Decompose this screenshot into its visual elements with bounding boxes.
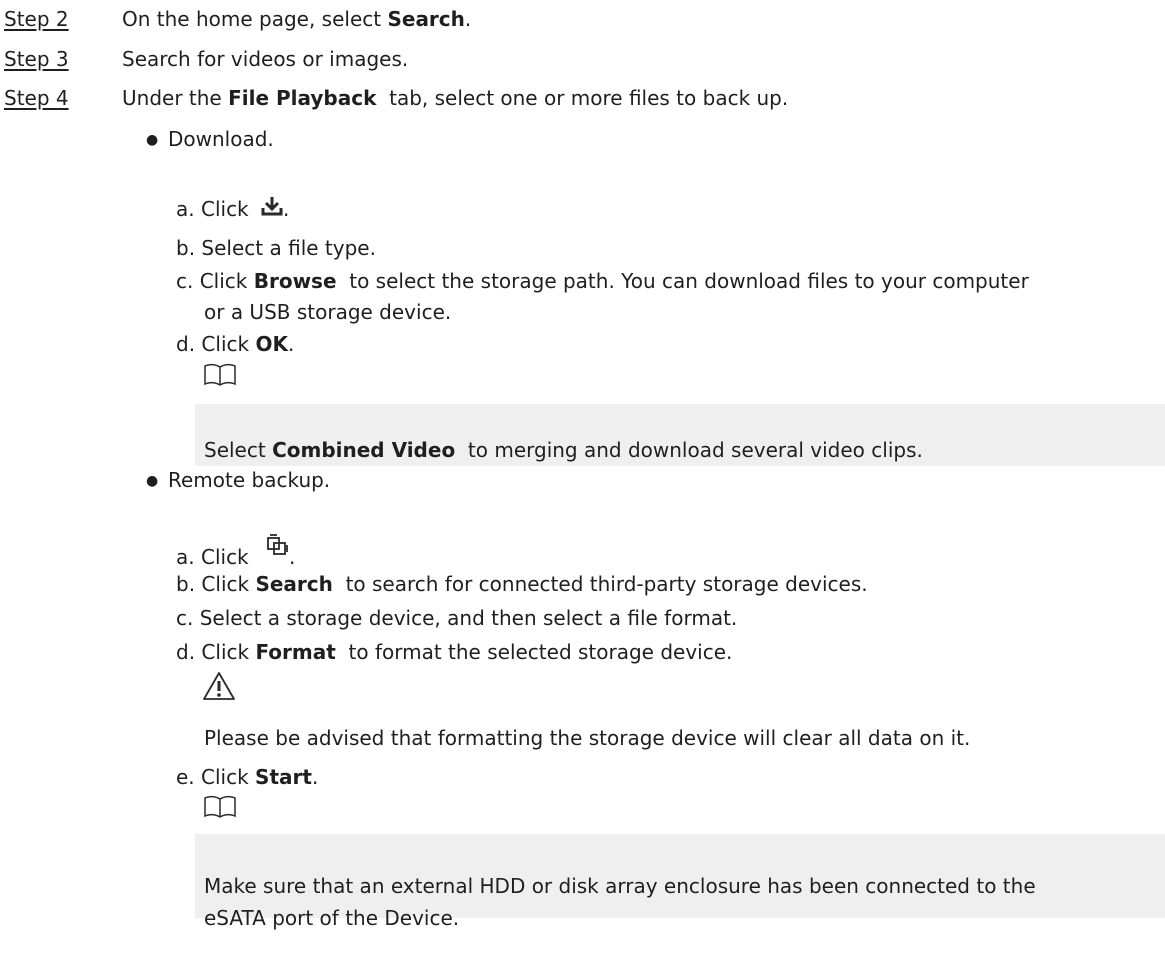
step-a-text: Click — [200, 545, 249, 569]
step-e-post: . — [311, 765, 319, 789]
list-marker: a. — [176, 197, 195, 221]
step-2-text-post: . — [464, 7, 472, 31]
note-post: to merging and download several video cl… — [455, 438, 923, 462]
step-d-bold: OK — [255, 332, 288, 356]
remote-note-line1: Make sure that an external HDD or disk a… — [204, 874, 1036, 898]
step-e-bold: Start — [255, 765, 312, 789]
step-a-text: Click — [200, 197, 249, 221]
step-3-label[interactable]: Step 3 — [4, 45, 69, 73]
remote-step-e: e. Click Start. — [176, 763, 318, 791]
download-step-a: a. Click . — [176, 195, 289, 223]
download-step-b: b. Select a file type. — [176, 234, 376, 262]
step-a-period: . — [283, 197, 290, 221]
bullet-dot: ● — [146, 473, 159, 489]
remote-step-b: b. Click Search to search for connected … — [176, 570, 868, 598]
remote-note-line2: eSATA port of the Device. — [204, 906, 460, 930]
step-e-pre: Click — [201, 765, 256, 789]
note-book-icon — [203, 363, 237, 394]
step-c-pre: Click — [199, 269, 254, 293]
remote-step-a: a. Click . — [176, 534, 295, 571]
step-d-post: . — [287, 332, 295, 356]
note-book-icon — [203, 795, 237, 826]
warning-text: Please be advised that formatting the st… — [204, 726, 971, 750]
step-c-bold: Browse — [253, 269, 337, 293]
list-marker: c. — [176, 606, 194, 630]
step-d-bold: Format — [255, 640, 336, 664]
download-step-c: c. Click Browse to select the storage pa… — [176, 267, 1029, 295]
step-4-text-pre: Under the — [122, 86, 229, 110]
step-d-pre: Click — [201, 332, 256, 356]
remote-step-c: c. Select a storage device, and then sel… — [176, 604, 737, 632]
step-d-pre: Click — [201, 640, 256, 664]
warning-icon — [202, 671, 236, 708]
list-marker: d. — [176, 640, 196, 664]
download-step-d: d. Click OK. — [176, 330, 294, 358]
step-b-text: Select a file type. — [201, 236, 376, 260]
list-marker: c. — [176, 269, 194, 293]
remote-title: Remote backup. — [168, 468, 331, 492]
step-4-label[interactable]: Step 4 — [4, 84, 69, 112]
note-bold: Combined Video — [272, 438, 456, 462]
step-4-bold: File Playback — [228, 86, 377, 110]
step-d-post: to format the selected storage device. — [335, 640, 733, 664]
list-marker: e. — [176, 765, 195, 789]
step-2-text-pre: On the home page, select — [122, 7, 388, 31]
remote-step-d: d. Click Format to format the selected s… — [176, 638, 732, 666]
download-note-text: Select Combined Video to merging and dow… — [204, 436, 923, 464]
download-step-c-line2: or a USB storage device. — [204, 300, 452, 324]
download-title: Download. — [168, 127, 274, 151]
step-b-bold: Search — [255, 572, 333, 596]
step-b-pre: Click — [201, 572, 256, 596]
step-2-text: On the home page, select Search. — [122, 5, 471, 33]
step-a-period: . — [289, 545, 296, 569]
step-c-text: Select a storage device, and then select… — [199, 606, 738, 630]
step-b-post: to search for connected third-party stor… — [332, 572, 868, 596]
remote-backup-icon[interactable] — [265, 534, 289, 563]
list-marker: a. — [176, 545, 195, 569]
step-4-text-post: tab, select one or more files to back up… — [376, 86, 789, 110]
step-3-text: Search for videos or images. — [122, 47, 409, 71]
download-icon[interactable] — [261, 195, 283, 223]
step-2-bold: Search — [387, 7, 465, 31]
list-marker: b. — [176, 572, 196, 596]
step-2-label[interactable]: Step 2 — [4, 5, 69, 33]
step-4-text: Under the File Playback tab, select one … — [122, 84, 788, 112]
step-c-post: to select the storage path. You can down… — [336, 269, 1029, 293]
bullet-dot: ● — [146, 132, 159, 148]
list-marker: d. — [176, 332, 196, 356]
list-marker: b. — [176, 236, 196, 260]
note-pre: Select — [204, 438, 273, 462]
